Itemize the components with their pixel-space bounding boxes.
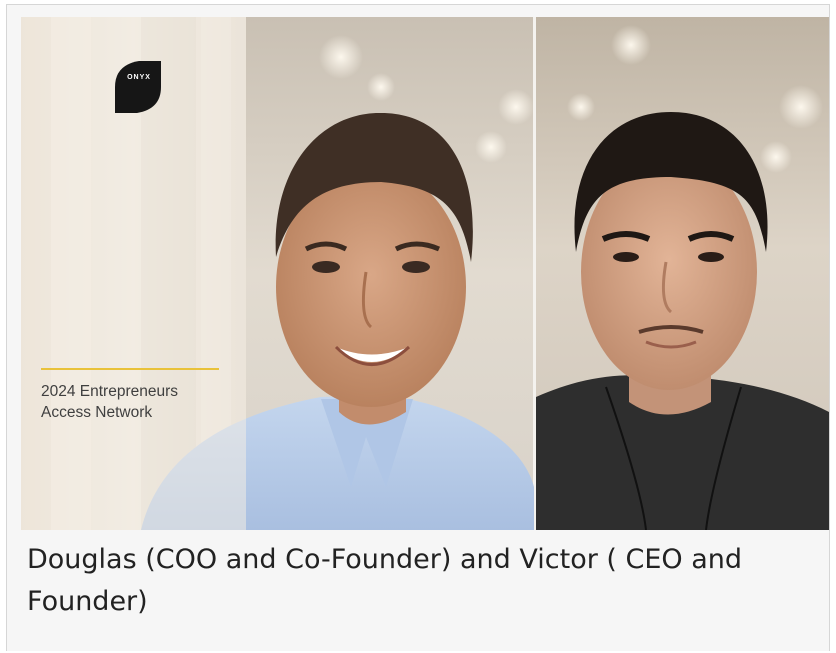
onyx-logo — [115, 61, 161, 113]
image-caption: Douglas (COO and Co-Founder) and Victor … — [27, 544, 743, 617]
event-title-line2: Access Network — [41, 404, 153, 421]
image-card: ONYX 2024 Entrepreneurs Access Network D… — [6, 4, 830, 651]
event-title: 2024 Entrepreneurs Access Network — [41, 381, 178, 423]
logo-text: ONYX — [127, 74, 151, 81]
founders-photo: ONYX 2024 Entrepreneurs Access Network — [21, 17, 829, 530]
photo-illustration — [21, 17, 829, 530]
event-title-line1: 2024 Entrepreneurs — [41, 383, 179, 400]
